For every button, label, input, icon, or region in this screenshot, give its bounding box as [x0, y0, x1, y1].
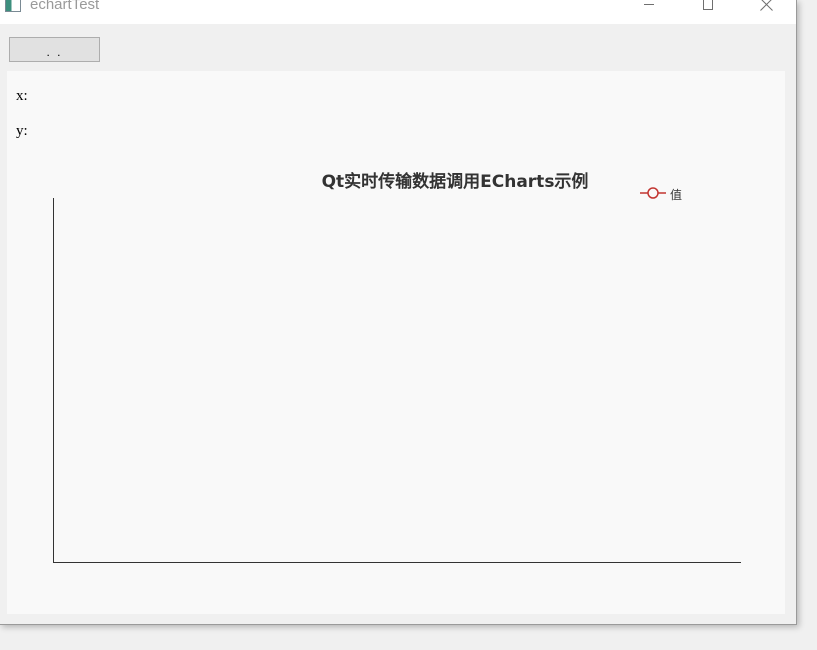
chart-plot-area [53, 198, 741, 563]
toolbar-button[interactable]: . . [9, 37, 100, 62]
minimize-button[interactable] [628, 0, 674, 24]
web-view-panel: x: y: Qt实时传输数据调用ECharts示例 值 [7, 71, 785, 614]
window-title: echartTest [30, 0, 100, 13]
y-coord-label: y: [16, 123, 28, 139]
chart-title: Qt实时传输数据调用ECharts示例 [321, 172, 589, 192]
app-window-icon [5, 0, 21, 12]
main-window: echartTest . . x: y: Qt实时传输数据调用ECharts示例… [0, 0, 797, 625]
minimize-icon [644, 4, 654, 5]
maximize-button[interactable] [686, 0, 732, 24]
title-bar[interactable]: echartTest [0, 0, 796, 24]
legend-circle [647, 187, 659, 199]
maximize-icon [703, 0, 713, 10]
close-icon [760, 0, 774, 10]
x-coord-label: x: [16, 88, 28, 104]
close-button[interactable] [744, 0, 790, 24]
